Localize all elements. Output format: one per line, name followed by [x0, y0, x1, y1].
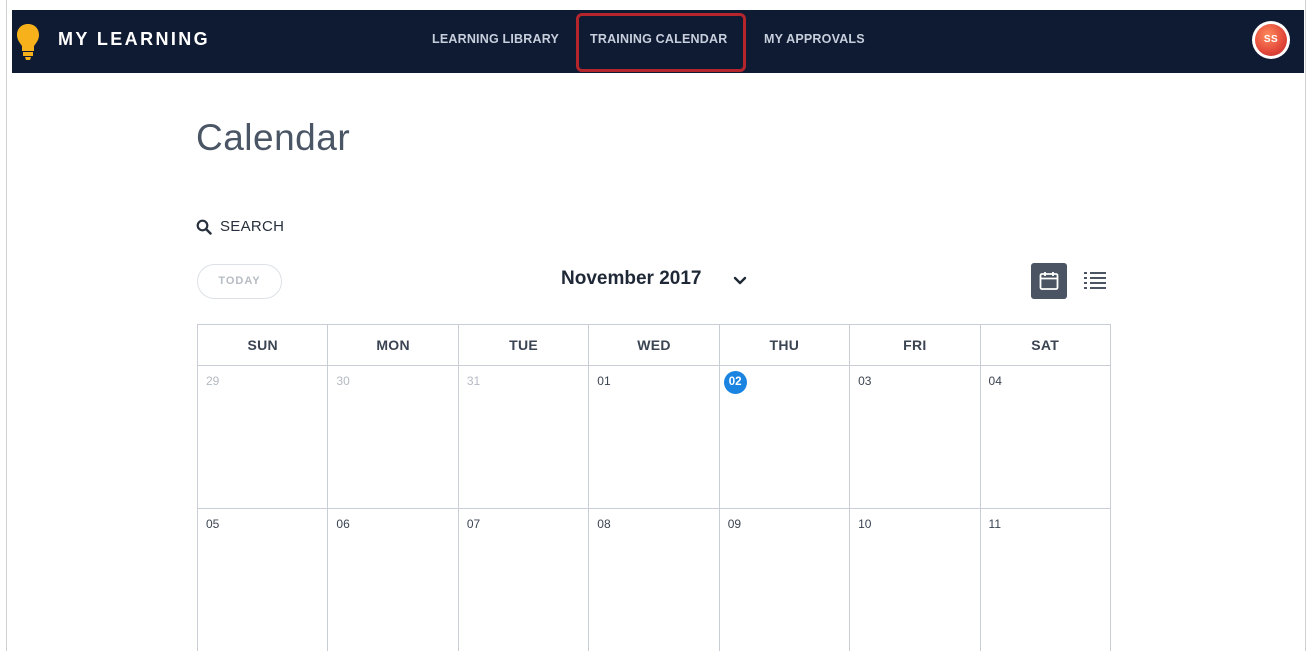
month-picker[interactable]: November 2017 [561, 268, 747, 290]
day-number: 08 [597, 517, 611, 531]
day-cell[interactable]: 10 [850, 509, 981, 651]
day-number: 11 [988, 517, 1001, 531]
list-view-button[interactable] [1081, 265, 1109, 297]
day-cell[interactable]: 08 [589, 509, 720, 651]
day-cell[interactable]: 29 [198, 366, 329, 509]
today-day-badge: 02 [723, 371, 747, 394]
day-number: 05 [206, 517, 220, 531]
day-cell[interactable]: 31 [458, 366, 590, 509]
day-cell[interactable]: 03 [850, 366, 981, 509]
day-number: 10 [858, 517, 872, 531]
day-number: 03 [858, 374, 872, 388]
weekday-header: THU [719, 325, 851, 366]
day-number: 31 [466, 374, 481, 388]
weekday-header: FRI [850, 325, 981, 366]
week-row: 29 30 31 01 02 03 04 [198, 366, 1111, 509]
day-cell[interactable]: 07 [459, 509, 590, 651]
weekday-header-row: SUN MON TUE WED THU FRI SAT [198, 325, 1111, 366]
weekday-header: TUE [458, 325, 590, 366]
day-number: 09 [727, 517, 742, 531]
day-number: 04 [988, 374, 1002, 388]
nav-learning-library[interactable]: LEARNING LIBRARY [432, 32, 559, 46]
day-cell[interactable]: 04 [980, 366, 1111, 509]
weekday-header: SAT [980, 325, 1111, 366]
today-button[interactable]: TODAY [197, 264, 282, 299]
day-number: 06 [336, 517, 350, 531]
top-navigation-bar: MY LEARNING LEARNING LIBRARY TRAINING CA… [12, 10, 1304, 73]
calendar-view-icon [1039, 272, 1059, 290]
weekday-header: WED [589, 325, 720, 366]
search-label: SEARCH [220, 218, 285, 235]
page-title: Calendar [196, 117, 351, 158]
month-label: November 2017 [561, 268, 702, 289]
search-icon [196, 219, 212, 235]
day-cell[interactable]: 01 [589, 366, 720, 509]
nav-my-approvals[interactable]: MY APPROVALS [764, 32, 865, 46]
lightbulb-icon [17, 24, 39, 60]
week-row: 05 06 07 08 09 10 11 [198, 509, 1111, 651]
day-cell[interactable]: 30 [328, 366, 459, 509]
month-calendar-grid: SUN MON TUE WED THU FRI SAT 29 30 31 01 … [197, 324, 1111, 651]
day-number: 30 [336, 374, 350, 388]
nav-highlight-box [576, 13, 746, 72]
calendar-view-button[interactable] [1031, 263, 1067, 299]
day-number: 01 [597, 374, 611, 388]
user-avatar[interactable]: SS [1252, 21, 1290, 59]
day-cell[interactable]: 05 [198, 509, 329, 651]
search-toggle[interactable]: SEARCH [196, 218, 284, 235]
avatar-initials: SS [1255, 24, 1287, 56]
list-view-icon [1084, 272, 1106, 289]
day-cell[interactable]: 11 [981, 509, 1111, 651]
day-cell[interactable]: 06 [328, 509, 459, 651]
brand-title[interactable]: MY LEARNING [58, 29, 210, 50]
chevron-down-icon [734, 276, 747, 285]
day-cell[interactable]: 09 [720, 509, 851, 651]
weekday-header: MON [328, 325, 459, 366]
weekday-header: SUN [198, 325, 329, 366]
day-number: 07 [466, 517, 481, 531]
day-number: 29 [206, 374, 220, 388]
day-cell-today[interactable]: 02 [719, 366, 851, 509]
